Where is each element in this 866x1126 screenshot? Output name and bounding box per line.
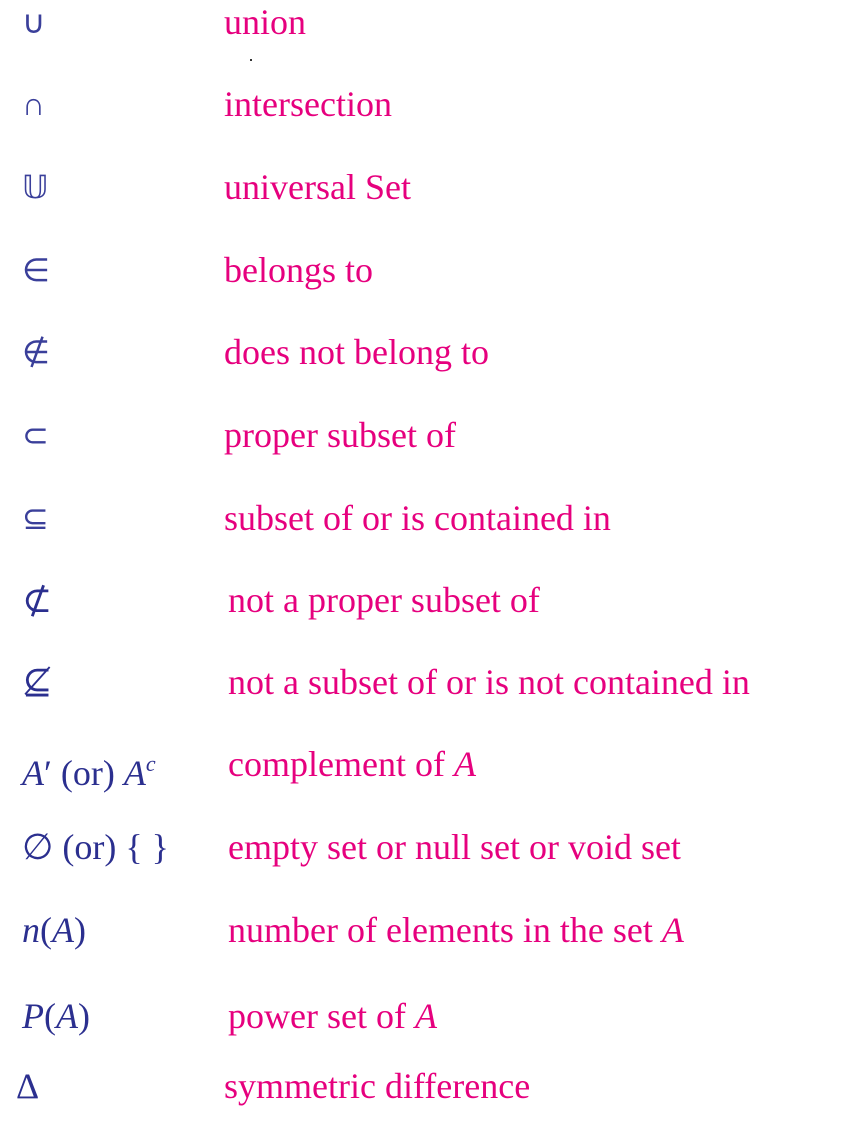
function-name: n [22, 910, 40, 950]
stray-dot [250, 59, 252, 61]
meaning-text: not a proper subset of [228, 580, 540, 620]
subset-symbol: ⊆ [22, 499, 49, 537]
meaning-text: empty set or null set or void set [228, 827, 681, 867]
table-row: A′ (or) Ac complement of A [0, 742, 866, 802]
set-variable: A [56, 996, 78, 1036]
set-variable: A [661, 910, 684, 950]
close-paren: ) [78, 996, 90, 1036]
element-of-symbol: ∈ [22, 251, 50, 289]
power-set-symbol: P(A) [22, 994, 90, 1038]
set-variable: A [52, 910, 74, 950]
set-variable: A [123, 753, 146, 793]
not-subset-symbol: ⊈ [22, 662, 53, 702]
table-row: ⊈ not a subset of or is not contained in [0, 660, 866, 720]
intersection-symbol: ∩ [22, 85, 45, 123]
meaning-text: proper subset of [224, 415, 456, 455]
meaning-text: complement of A [228, 742, 476, 786]
meaning-text: power set of A [228, 994, 437, 1038]
empty-set-symbol: ∅ (or) { } [22, 827, 169, 867]
meaning-text: belongs to [224, 250, 373, 290]
table-row: Δ symmetric difference [0, 1064, 866, 1124]
set-variable: A [22, 753, 44, 793]
meaning-label: power set of [228, 996, 415, 1036]
table-row: ⊆ subset of or is contained in [0, 496, 866, 556]
symmetric-difference-symbol: Δ [16, 1066, 40, 1106]
table-row: ∉ does not belong to [0, 330, 866, 390]
table-row: ∈ belongs to [0, 248, 866, 308]
not-element-of-symbol: ∉ [22, 333, 50, 371]
meaning-text: symmetric difference [224, 1066, 531, 1106]
meaning-text: universal Set [224, 167, 411, 207]
open-paren: ( [44, 996, 56, 1036]
meaning-text: subset of or is contained in [224, 498, 611, 538]
close-paren: ) [74, 910, 86, 950]
not-proper-subset-symbol: ⊄ [22, 580, 53, 620]
cardinality-symbol: n(A) [22, 908, 86, 952]
meaning-text: not a subset of or is not contained in [228, 662, 750, 702]
universal-set-symbol: 𝕌 [22, 168, 49, 206]
prime-mark: ′ [44, 753, 52, 793]
table-row: ∩ intersection [0, 82, 866, 142]
open-paren: ( [40, 910, 52, 950]
set-variable: A [453, 744, 476, 784]
table-row: ⊂ proper subset of [0, 413, 866, 473]
or-text: (or) [51, 753, 124, 793]
function-name: P [22, 996, 44, 1036]
meaning-text: does not belong to [224, 332, 489, 372]
meaning-text: intersection [224, 84, 392, 124]
table-row: 𝕌 universal Set [0, 165, 866, 225]
table-row: ∅ (or) { } empty set or null set or void… [0, 825, 866, 885]
meaning-text: number of elements in the set A [228, 908, 684, 952]
complement-symbol: A′ (or) Ac [22, 742, 156, 795]
table-row: P(A) power set of A [0, 994, 866, 1054]
set-variable: A [414, 996, 437, 1036]
meaning-label: complement of [228, 744, 454, 784]
meaning-text: union [224, 2, 307, 42]
union-symbol: ∪ [22, 3, 46, 41]
table-row: ⊄ not a proper subset of [0, 578, 866, 638]
proper-subset-symbol: ⊂ [22, 416, 49, 454]
table-row: n(A) number of elements in the set A [0, 908, 866, 968]
complement-superscript: c [145, 751, 156, 776]
table-row: ∪ union [0, 0, 866, 60]
meaning-label: number of elements in the set [228, 910, 662, 950]
